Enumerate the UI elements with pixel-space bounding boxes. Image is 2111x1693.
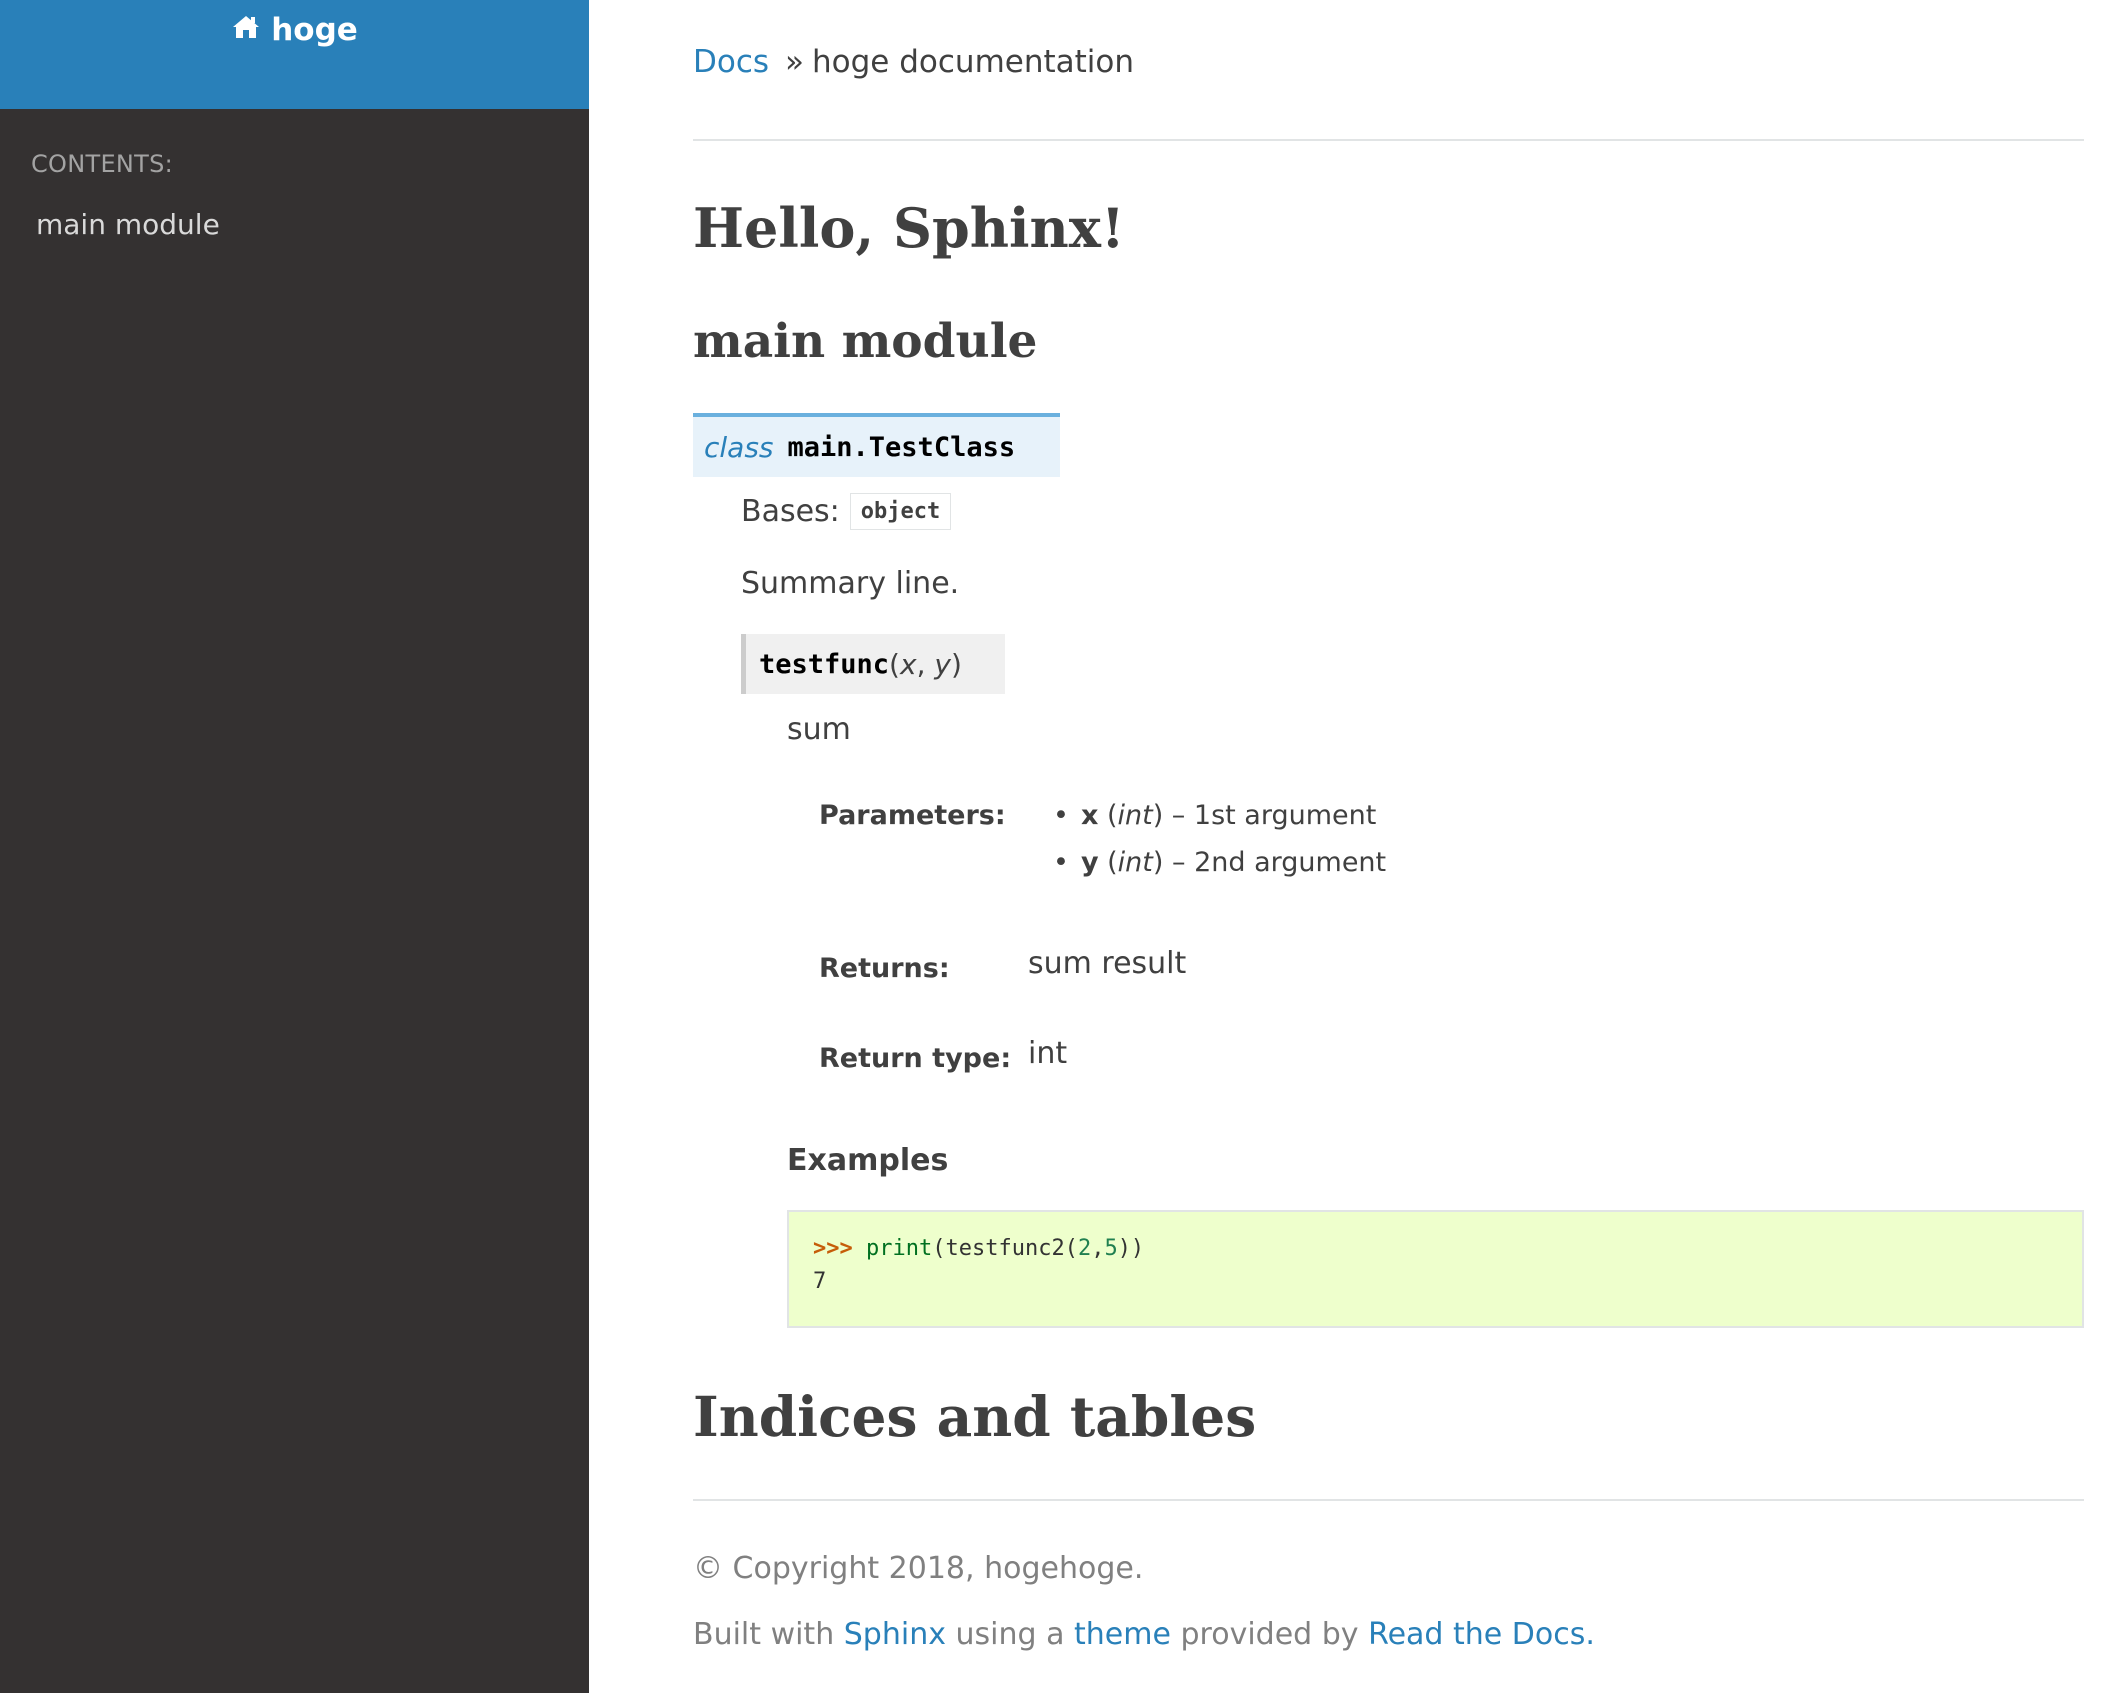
param-item: • x (int) – 1st argument	[1053, 800, 1377, 831]
class-keyword: class	[704, 430, 774, 464]
section-title-indices: Indices and tables	[693, 1384, 1257, 1449]
class-signature: class main.TestClass	[693, 413, 1060, 477]
read-the-docs-link[interactable]: Read the Docs	[1368, 1617, 1585, 1652]
footer-built-with: Built with Sphinx using a theme provided…	[693, 1617, 1595, 1652]
divider-top	[693, 139, 2084, 141]
sphinx-link[interactable]: Sphinx	[844, 1617, 946, 1652]
method-args: (x, y)	[889, 647, 962, 681]
code-output: 7	[813, 1269, 827, 1294]
returns-label: Returns:	[819, 953, 950, 984]
examples-heading: Examples	[787, 1143, 949, 1178]
bullet: •	[1053, 800, 1069, 831]
code-prompt: >>>	[813, 1236, 853, 1261]
project-name: hoge	[271, 12, 358, 48]
sidebar-item-main-module[interactable]: main module	[36, 208, 220, 241]
class-name: main.TestClass	[787, 431, 1016, 463]
parameters-label: Parameters:	[819, 800, 1006, 831]
bases-row: Bases: object	[741, 493, 952, 530]
home-link[interactable]: hoge	[0, 12, 589, 48]
footer-copyright: © Copyright 2018, hogehoge.	[693, 1551, 1144, 1586]
return-type-value: int	[1028, 1036, 1068, 1071]
param-item: • y (int) – 2nd argument	[1053, 847, 1387, 878]
bullet: •	[1053, 847, 1069, 878]
bases-value: object	[849, 493, 952, 530]
divider-bottom	[693, 1499, 2084, 1501]
breadcrumb-separator: »	[785, 44, 805, 80]
return-type-label: Return type:	[819, 1043, 1012, 1074]
method-description: sum	[787, 712, 851, 747]
bases-label: Bases:	[741, 494, 840, 529]
returns-value: sum result	[1028, 946, 1187, 981]
theme-link[interactable]: theme	[1074, 1617, 1171, 1652]
breadcrumb-current: hoge documentation	[812, 44, 1135, 80]
method-name: testfunc	[759, 648, 890, 680]
code-block[interactable]: >>> print(testfunc2(2,5)) 7	[787, 1210, 2084, 1328]
section-title-main-module: main module	[693, 314, 1038, 369]
sidebar: hoge CONTENTS: main module	[0, 0, 589, 1693]
home-icon	[231, 12, 261, 48]
sidebar-header: hoge	[0, 0, 589, 109]
breadcrumb: Docs » hoge documentation	[693, 44, 1134, 80]
page-title: Hello, Sphinx!	[693, 196, 1125, 260]
method-signature: testfunc (x, y)	[741, 634, 1005, 694]
class-summary: Summary line.	[741, 566, 960, 601]
contents-caption: CONTENTS:	[31, 150, 174, 178]
breadcrumb-docs-link[interactable]: Docs	[693, 44, 769, 80]
